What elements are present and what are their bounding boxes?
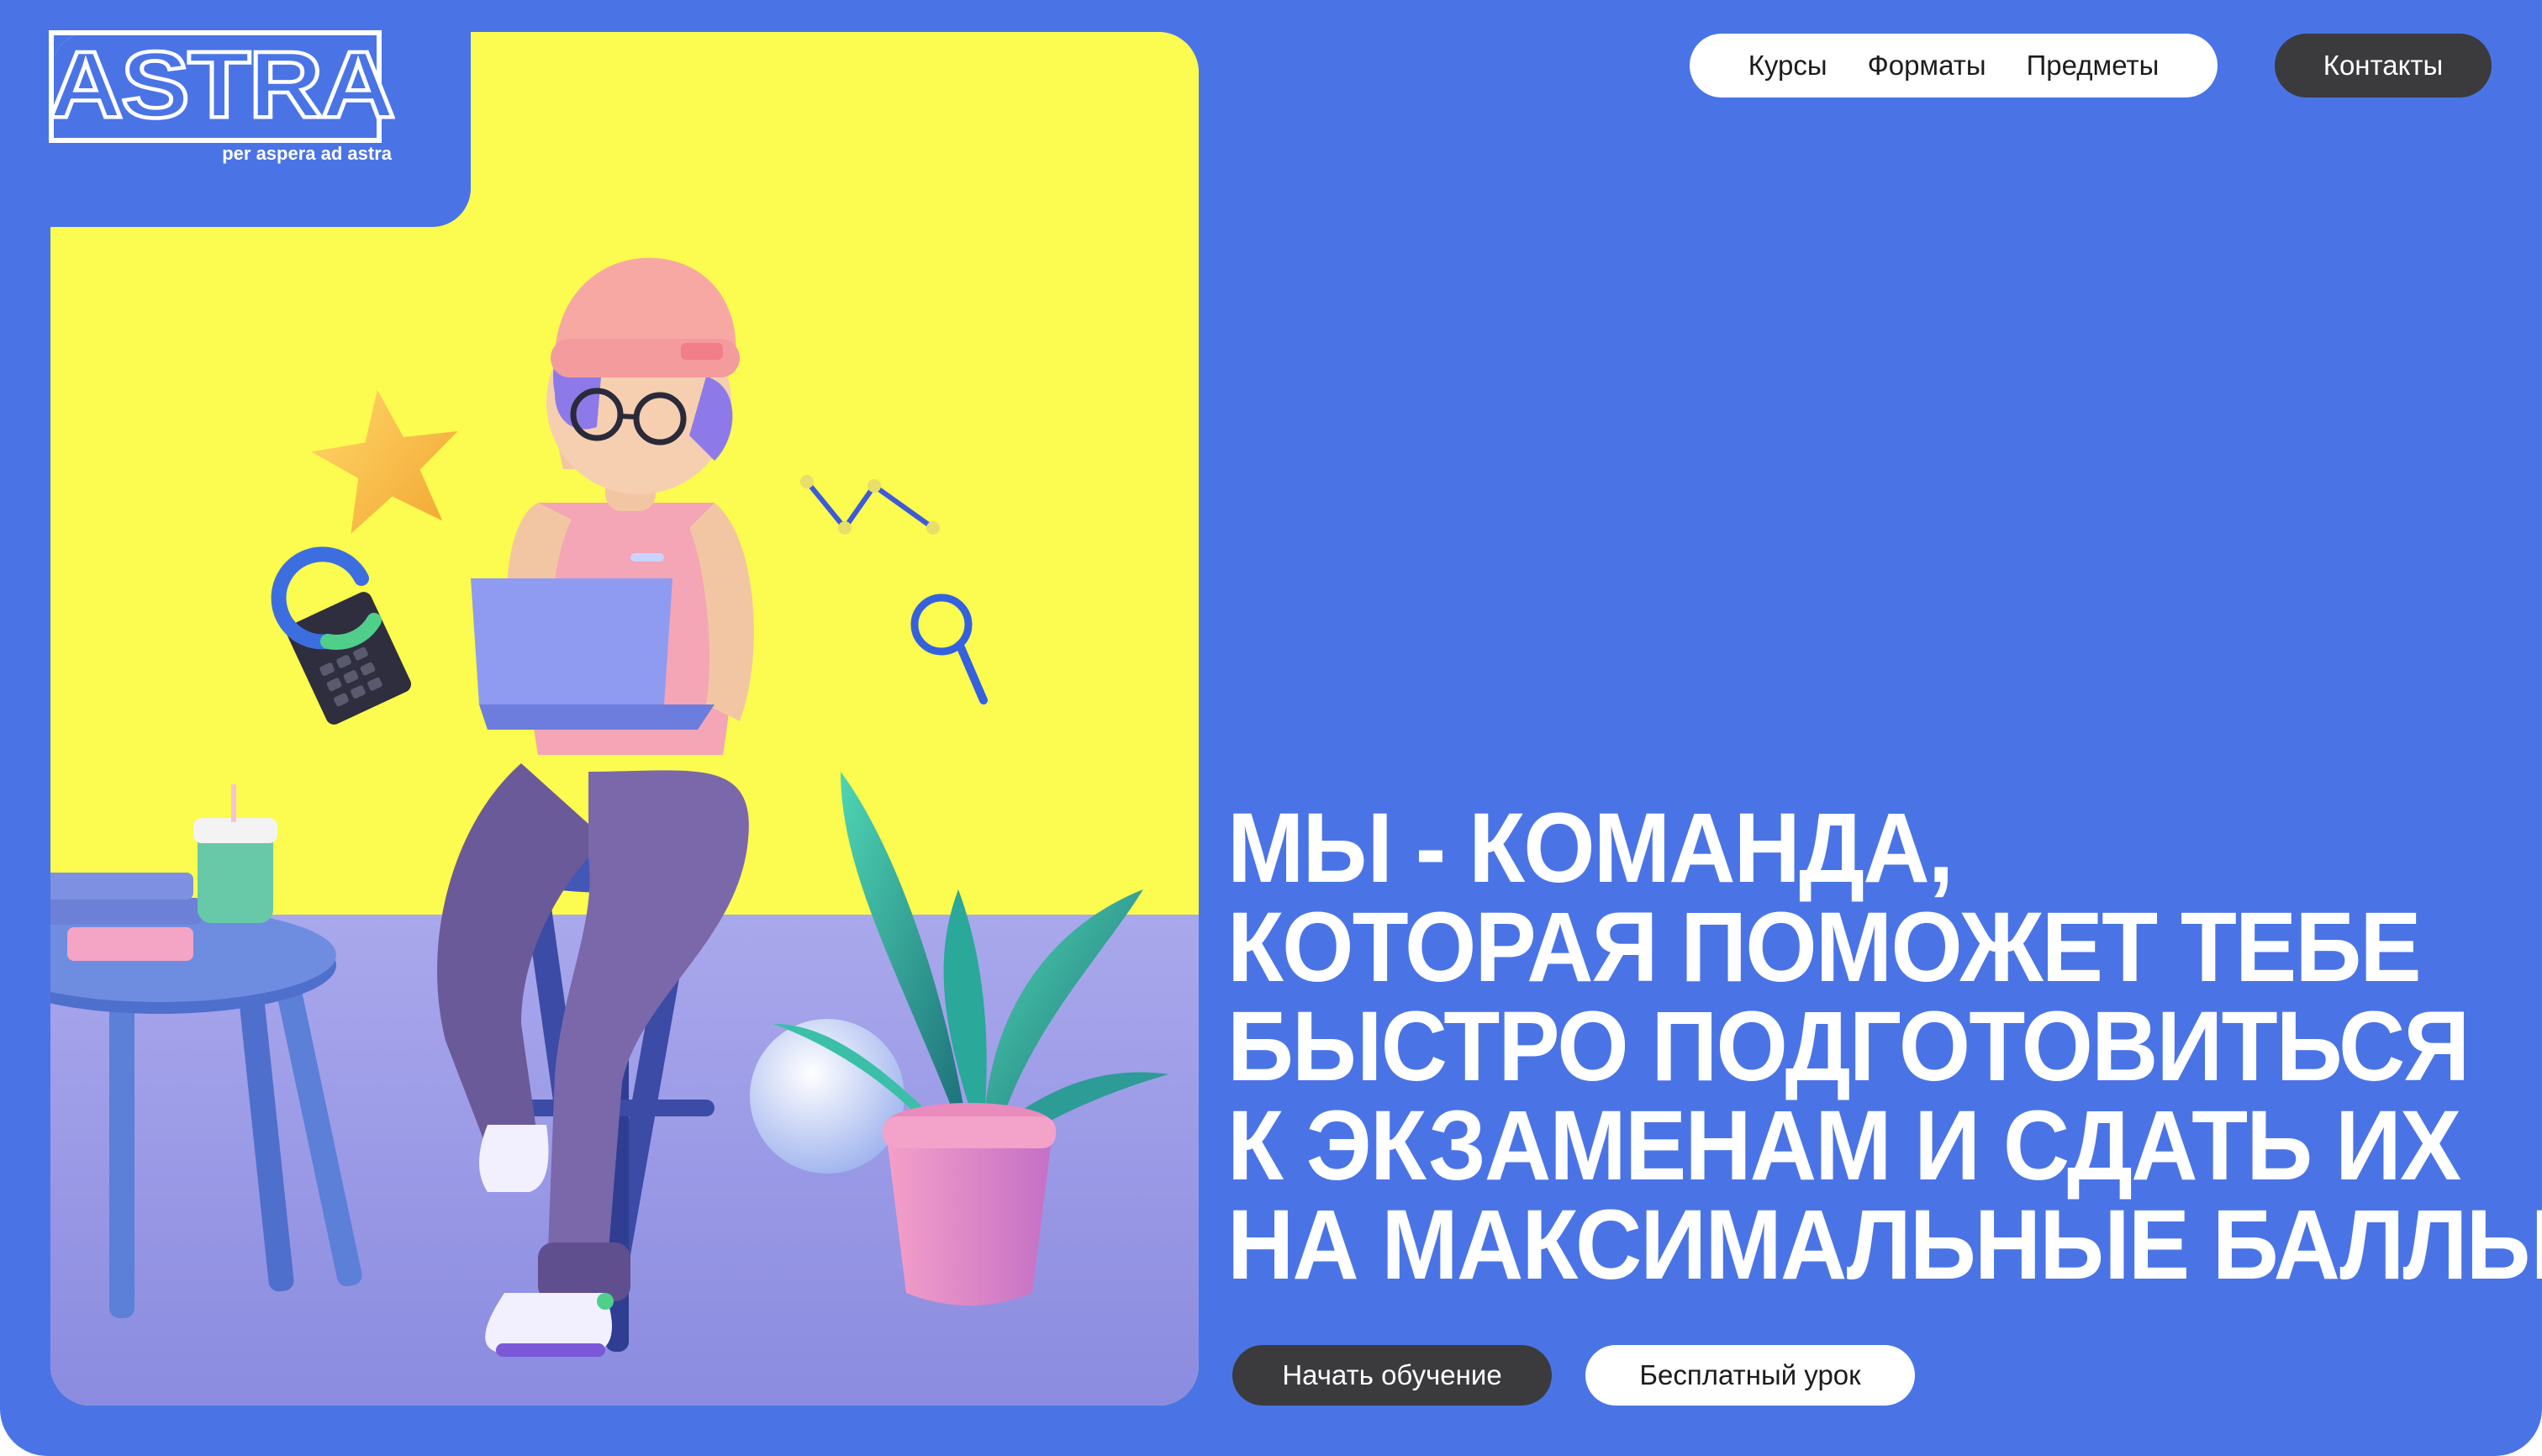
free-lesson-button[interactable]: Бесплатный урок [1585,1345,1915,1406]
headline-line: КОТОРАЯ ПОМОЖЕТ ТЕБЕ [1227,892,2422,1003]
cta-row: Начать обучение Бесплатный урок [1232,1345,1915,1406]
start-learning-button[interactable]: Начать обучение [1232,1345,1552,1406]
headline-line: НА МАКСИМАЛЬНЫЕ БАЛЛЫ. [1227,1190,2542,1300]
headline-line: МЫ - КОМАНДА, [1227,793,1954,904]
logo-tagline: per aspera ad astra [215,143,392,165]
contacts-button[interactable]: Контакты [2275,34,2492,98]
headline-line: БЫСТРО ПОДГОТОВИТЬСЯ [1227,991,2470,1102]
main-nav: Курсы Форматы Предметы [1690,34,2218,98]
hero-illustration [50,32,1199,1406]
nav-link-formats[interactable]: Форматы [1868,50,1986,82]
nav-link-courses[interactable]: Курсы [1748,50,1827,82]
student-illustration [50,32,1199,1406]
page: ASTRA per aspera ad astra Курсы Форматы … [0,0,2542,1456]
nav-link-subjects[interactable]: Предметы [2027,50,2160,82]
astra-logo[interactable]: ASTRA per aspera ad astra [47,30,398,165]
hero-headline: МЫ - КОМАНДА, КОТОРАЯ ПОМОЖЕТ ТЕБЕ БЫСТР… [1227,793,2542,1300]
logo-wordmark: ASTRA [47,32,398,138]
headline-line: К ЭКЗАМЕНАМ И СДАТЬ ИХ [1227,1090,2461,1201]
